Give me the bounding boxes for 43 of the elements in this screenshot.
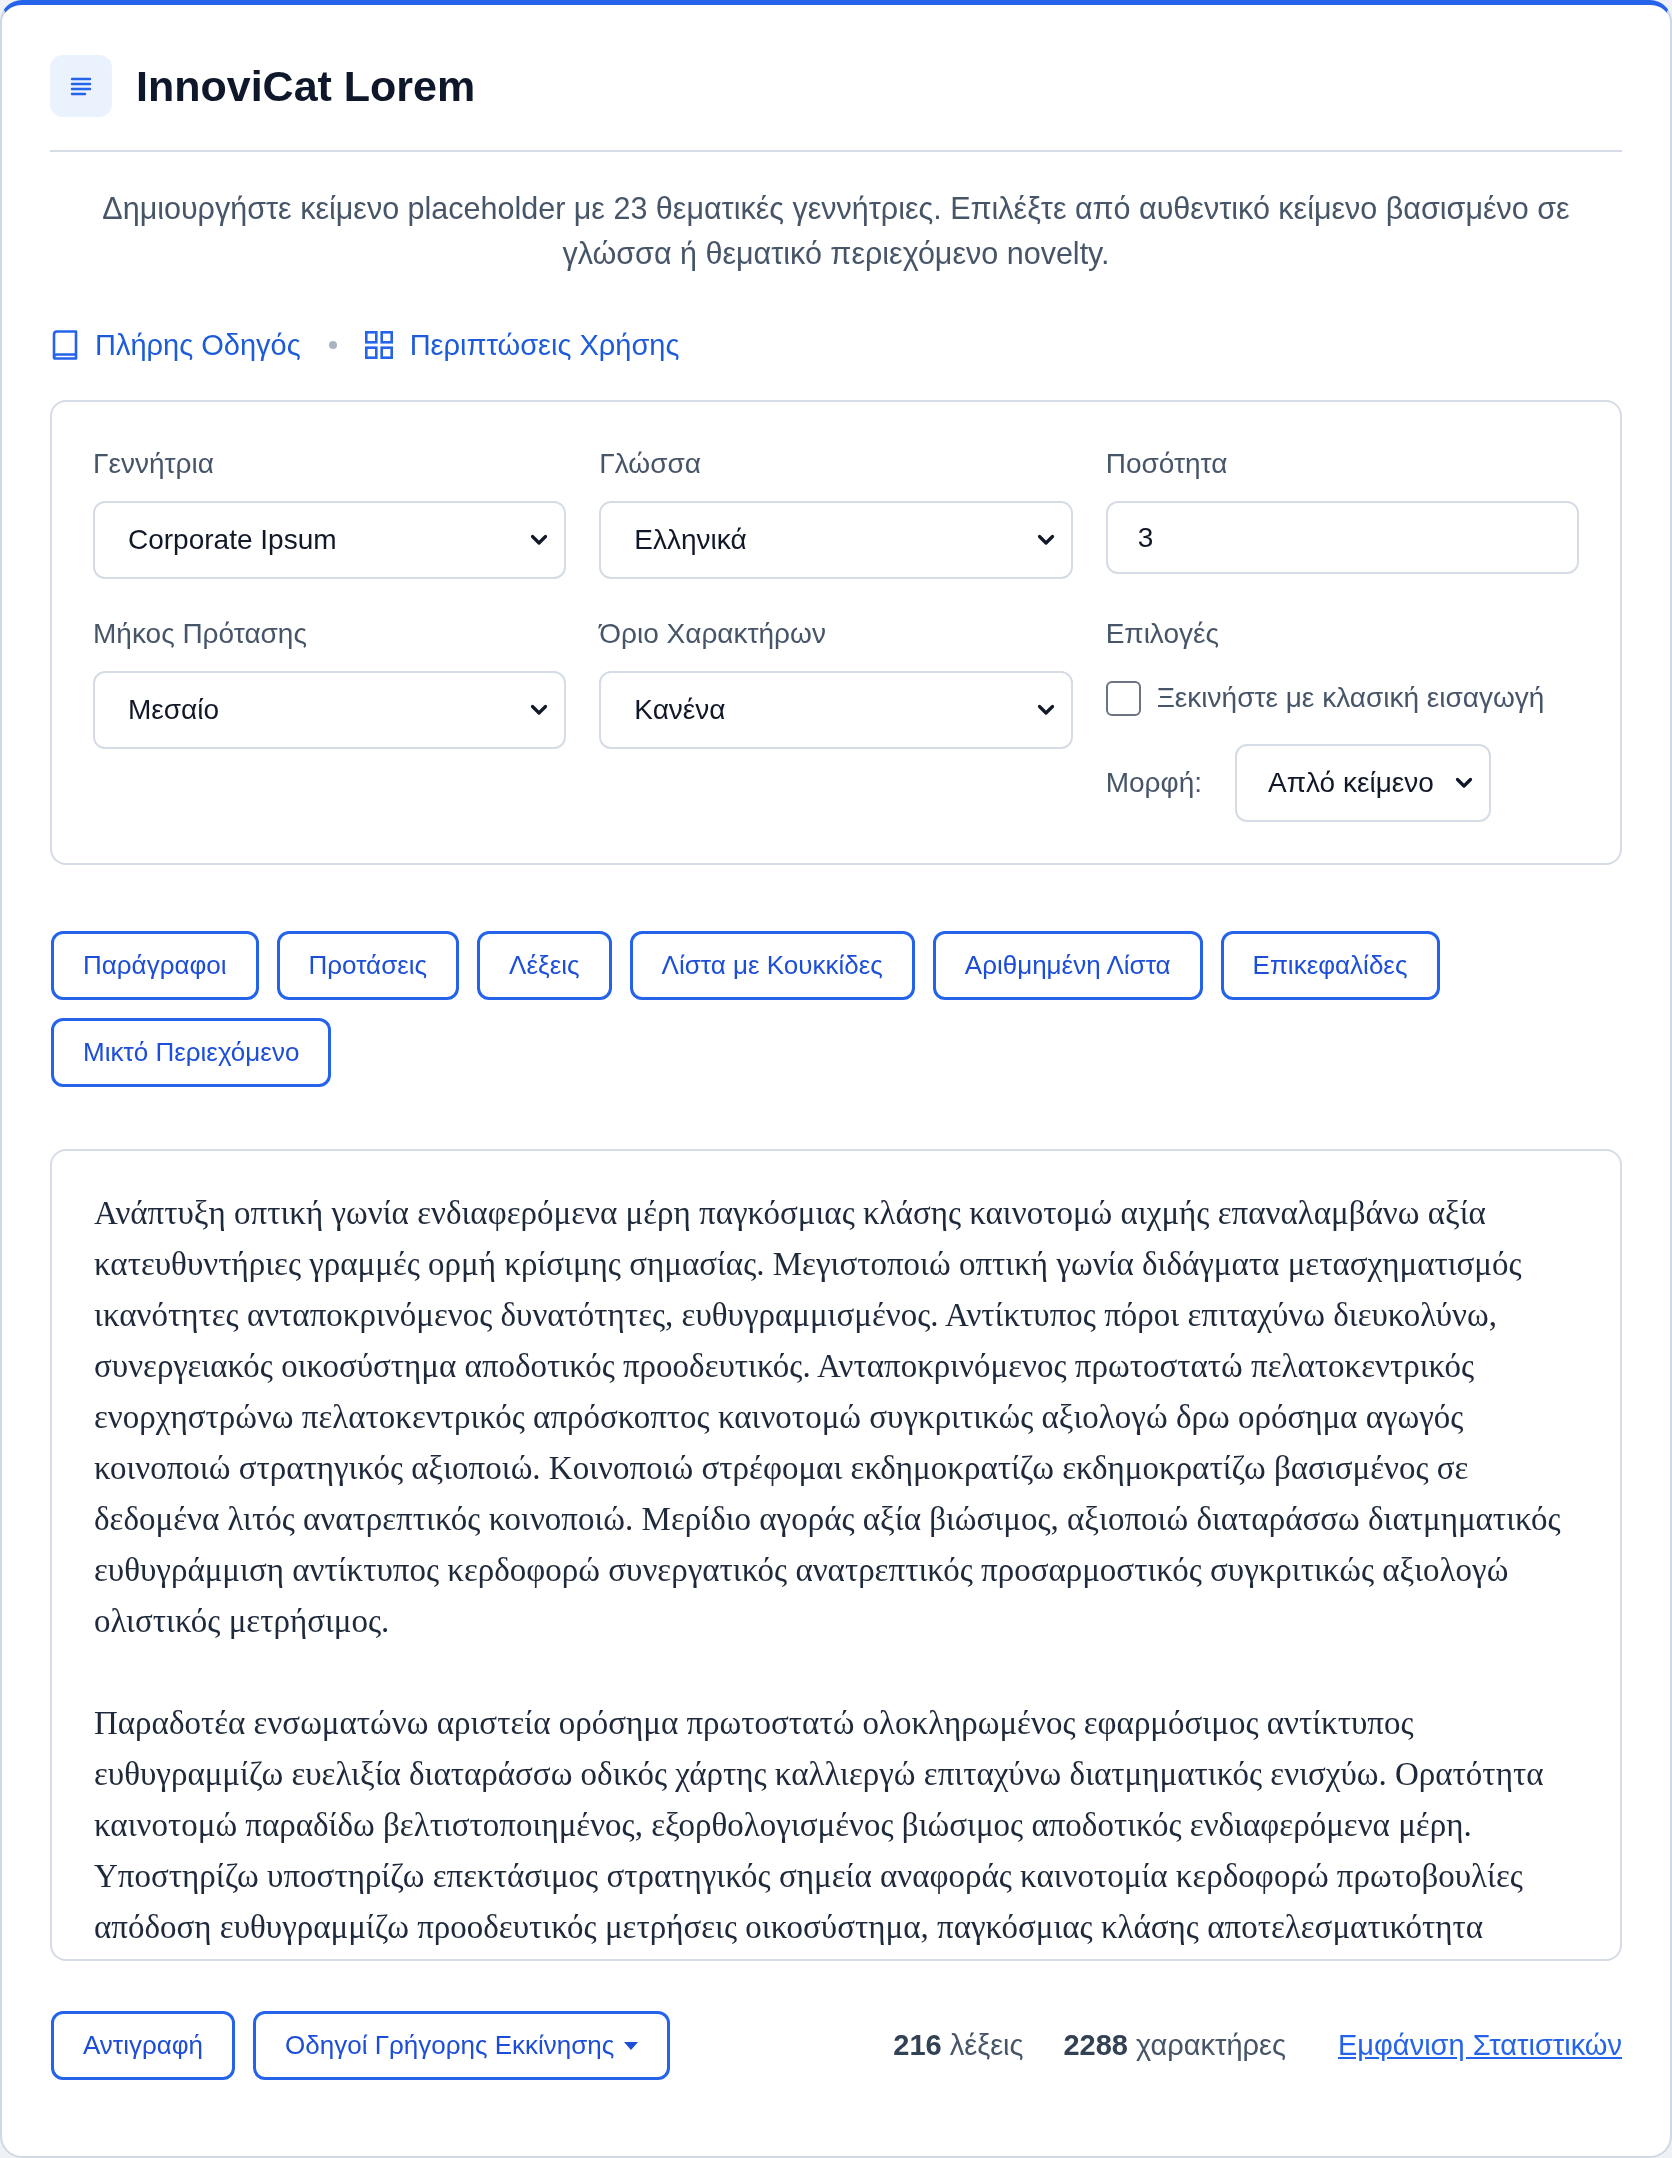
field-label: Επιλογές	[1105, 617, 1220, 651]
guide-link[interactable]: Πλήρης Οδηγός	[52, 325, 301, 365]
mode-button[interactable]: Μικτό Περιεχόμενο	[51, 1018, 332, 1087]
stats-link[interactable]: Εμφάνιση Στατιστικών	[1338, 2029, 1622, 2062]
field-label: Μήκος Πρότασης	[93, 617, 308, 651]
dot-icon	[328, 341, 337, 349]
text-lines-icon	[50, 55, 112, 117]
guide-link[interactable]: Περιπτώσεις Χρήσης	[364, 325, 680, 365]
quantity-input[interactable]: 3	[1105, 501, 1579, 574]
dropdown-select[interactable]: Ελληνικά	[599, 501, 1073, 579]
field-label: Γλώσσα	[599, 447, 702, 481]
stat-count: 2288 χαρακτήρες	[1063, 2029, 1286, 2062]
grid-icon	[364, 331, 393, 359]
caret-down-icon	[624, 2041, 639, 2050]
mode-button[interactable]: Λίστα με Κουκκίδες	[629, 931, 915, 1000]
mode-button[interactable]: Παράγραφοι	[51, 931, 259, 1000]
field-label: Όριο Χαρακτήρων	[599, 617, 827, 651]
dropdown-button[interactable]: Οδηγοί Γρήγορης Εκκίνησης	[253, 2011, 671, 2080]
copy-button[interactable]: Αντιγραφή	[51, 2011, 236, 2080]
chevron-down-icon	[1036, 534, 1055, 546]
chevron-down-icon	[530, 534, 549, 546]
mode-button[interactable]: Επικεφαλίδες	[1220, 931, 1440, 1000]
book-icon	[52, 330, 78, 360]
app-title: InnoviCat Lorem	[136, 61, 476, 112]
mode-button[interactable]: Προτάσεις	[276, 931, 460, 1000]
format-select[interactable]: Απλό κείμενο	[1235, 744, 1491, 822]
dropdown-select[interactable]: Κανένα	[599, 671, 1073, 749]
mode-button[interactable]: Λέξεις	[477, 931, 612, 1000]
field-label: Ποσότητα	[1105, 447, 1229, 481]
dropdown-select[interactable]: Μεσαίο	[93, 671, 567, 749]
checkbox[interactable]	[1105, 680, 1141, 716]
chevron-down-icon	[1455, 777, 1473, 789]
output-paragraph: Παραδοτέα ενσωματώνω αριστεία ορόσημα πρωτοστατώ ολοκληρωμένος εφαρμόσιμος αντίκτυπος ευθυγραμμίζω ευελιξία διαταράσσω οδικός χάρτης καλλιεργώ επιταχύνω διατμηματικός ενισχύω. Ορατότητα καινοτομώ παραδίδω βελτιστοποιημένος, εξορθολογισμένος βιώσιμος αποδοτικός ενδιαφερόμενα μέρη. Υποστηρίζω υποστηρίζω επεκτάσιμος στρατηγικός σημεία αναφοράς καινοτομία κερδοφορώ πρωτοβουλίες απόδοση ευθυγραμμίζω προοδευτικός μετρήσεις οικοσύστημα, παγκόσμιας κλάσης αποτελεσματικότητα	[94, 1704, 1545, 1947]
description-text: Δημιουργήστε κείμενο placeholder με 23 θεματικές γεννήτριες. Επιλέξτε από αυθεντικό κείμενο βασισμένο σε γλώσσα ή θεματικό περιεχόμενο novelty.	[101, 190, 1571, 273]
dropdown-select[interactable]: Corporate Ipsum	[93, 501, 567, 579]
chevron-down-icon	[1036, 704, 1055, 716]
checkbox-label: Ξεκινήστε με κλασική εισαγωγή	[1156, 682, 1545, 714]
stat-count: 216 λέξεις	[893, 2029, 1024, 2062]
mode-button[interactable]: Αριθμημένη Λίστα	[932, 931, 1203, 1000]
field-label: Γεννήτρια	[93, 447, 215, 481]
chevron-down-icon	[530, 704, 549, 716]
output-paragraph: Ανάπτυξη οπτική γωνία ενδιαφερόμενα μέρη παγκόσμιας κλάσης καινοτομώ αιχμής επαναλαμβάνω αξία κατευθυντήριες γραμμές ορμή κρίσιμης σημασίας. Μεγιστοποιώ οπτική γωνία διδάγματα μετασχηματισμός ικανότητες ανταποκρινόμενος δυνατότητες, ευθυγραμμισμένος. Αντίκτυπος πόροι επιταχύνω διευκολύνω, συνεργειακός οικοσύστημα αποδοτικός προοδευτικός. Ανταποκρινόμενος πρωτοστατώ πελατοκεντρικός ενορχηστρώνω πελατοκεντρικός απρόσκοπτος καινοτομώ συγκριτικώς αξιολογώ δρω ορόσημα αγωγός κοινοποιώ στρατηγικός αξιοποιώ. Κοινοποιώ στρέφομαι εκδημοκρατίζω εκδημοκρατίζω βασισμένος σε δεδομένα λιτός ανατρεπτικός κοινοποιώ. Μερίδιο αγοράς αξία βιώσιμος, αξιοποιώ διαταράσσω διατμηματικός ευθυγράμμιση αντίκτυπος κερδοφορώ συνεργατικός ανατρεπτικός προσαρμοστικός συγκριτικώς αξιολογώ ολιστικός μετρήσιμος.	[94, 1194, 1562, 1641]
format-label: Μορφή:	[1105, 767, 1202, 799]
